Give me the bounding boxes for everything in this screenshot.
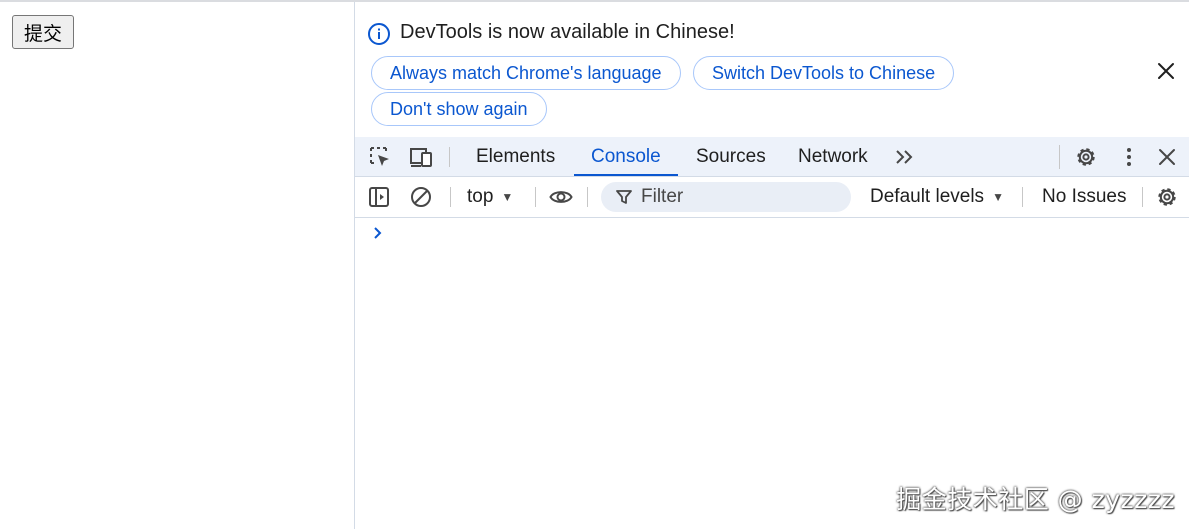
more-options-icon[interactable] [1117,145,1141,169]
log-levels-dropdown[interactable]: Default levels ▼ [870,177,1004,217]
log-levels-label: Default levels [870,186,985,207]
always-match-language-button[interactable]: Always match Chrome's language [371,56,681,90]
language-infobar: DevTools is now available in Chinese! Al… [355,2,1189,137]
clear-console-icon[interactable] [409,185,433,209]
context-selector-label: top [467,186,494,207]
infobar-message: DevTools is now available in Chinese! [400,21,735,43]
devtools-tabbar: Elements Console Sources Network [355,137,1189,177]
tab-network[interactable]: Network [781,137,885,176]
tab-sources[interactable]: Sources [679,137,783,176]
submit-button[interactable]: 提交 [12,15,74,49]
toolbar-divider [587,187,588,207]
infobar-close-icon[interactable] [1155,60,1177,82]
tab-console[interactable]: Console [574,137,678,176]
page-viewport: 提交 [0,2,354,529]
tabbar-divider-right [1059,145,1060,169]
sidebar-toggle-icon[interactable] [367,185,391,209]
filter-placeholder: Filter [641,186,684,207]
tab-elements[interactable]: Elements [459,137,572,176]
console-settings-icon[interactable] [1155,185,1179,209]
filter-icon [616,190,632,204]
devtools-panel: DevTools is now available in Chinese! Al… [354,2,1189,529]
caret-down-icon: ▼ [501,190,514,204]
dont-show-again-button[interactable]: Don't show again [371,92,547,126]
context-selector[interactable]: top ▼ [467,177,513,217]
filter-input[interactable]: Filter [601,182,851,212]
more-tabs-icon[interactable] [892,145,916,169]
device-toggle-icon[interactable] [409,145,433,169]
issues-button[interactable]: No Issues [1042,177,1126,217]
tabbar-divider [449,147,450,167]
watermark: 掘金技术社区 @ zyzzzz [896,485,1175,514]
issues-label: No Issues [1042,186,1127,207]
info-icon [368,23,390,45]
toolbar-divider [535,187,536,207]
switch-to-chinese-button[interactable]: Switch DevTools to Chinese [693,56,955,90]
console-toolbar: top ▼ Filter Default levels ▼ No Issues [355,177,1189,218]
inspect-element-icon[interactable] [368,145,392,169]
toolbar-divider [450,187,451,207]
toolbar-divider [1022,187,1023,207]
eye-icon[interactable] [549,185,573,209]
close-icon[interactable] [1155,145,1179,169]
toolbar-divider [1142,187,1143,207]
caret-down-icon: ▼ [992,190,1004,204]
settings-icon[interactable] [1074,145,1098,169]
console-prompt-chevron-icon[interactable] [371,225,385,241]
